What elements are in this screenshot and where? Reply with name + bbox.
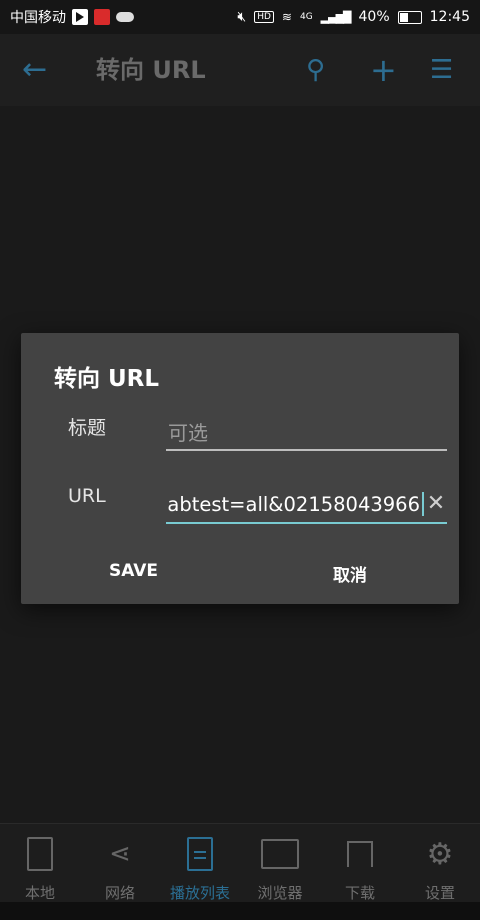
browser-icon: [261, 839, 299, 869]
save-button[interactable]: SAVE: [109, 561, 158, 581]
wifi-icon: ≋: [281, 10, 292, 24]
app-toolbar: ← 转向 URL ⚲ + ☰: [0, 34, 480, 106]
nav-item-local[interactable]: 本地: [0, 834, 80, 903]
toolbar-title: 转向 URL: [96, 56, 206, 84]
signal-icon: ▂▄▆█: [320, 10, 352, 24]
nav-label: 设置: [424, 884, 455, 902]
nav-item-browser[interactable]: 浏览器: [240, 834, 320, 903]
gear-icon: ⚙: [426, 836, 454, 872]
url-label: URL: [68, 485, 106, 507]
arrow-left-icon[interactable]: ←: [22, 50, 47, 90]
clock: 12:45: [429, 9, 470, 25]
battery-percent: 40%: [358, 9, 390, 25]
dialog-title: 转向 URL: [54, 366, 160, 392]
nav-label: 播放列表: [169, 884, 230, 902]
nav-item-network[interactable]: ⋖ 网络: [80, 834, 160, 903]
nav-label: 下载: [344, 884, 375, 902]
title-label: 标题: [68, 417, 107, 439]
mute-icon: 🔇︎: [237, 9, 247, 25]
url-field-wrapper: ✕: [166, 488, 447, 524]
nav-label: 本地: [24, 884, 55, 902]
nav-item-playlist[interactable]: 播放列表: [160, 834, 240, 903]
system-nav-bar: [0, 902, 480, 920]
status-bar: 中国移动 🔇︎ HD ≋ 4G ▂▄▆█ 40% 12:45: [0, 0, 480, 34]
text-cursor: [422, 492, 424, 516]
open-url-dialog: 转向 URL 标题 URL ✕ SAVE 取消: [21, 333, 459, 604]
cancel-button[interactable]: 取消: [333, 561, 367, 586]
app-notification-icon: [72, 9, 88, 25]
playlist-icon: [187, 837, 213, 871]
app-notification-icon-red: [94, 9, 110, 25]
carrier-text: 中国移动: [10, 10, 66, 26]
nav-item-download[interactable]: 下载: [320, 834, 400, 903]
nav-item-settings[interactable]: ⚙ 设置: [400, 834, 480, 903]
network-type: 4G: [299, 12, 313, 22]
cloud-icon: [116, 12, 134, 22]
nav-label: 浏览器: [257, 884, 303, 902]
nav-label: 网络: [104, 884, 135, 902]
document-icon: [27, 837, 53, 871]
title-input[interactable]: [166, 417, 451, 449]
url-input[interactable]: [166, 488, 420, 520]
battery-icon: [397, 10, 422, 24]
search-icon[interactable]: ⚲: [306, 50, 325, 90]
hd-icon: HD: [254, 11, 274, 23]
clear-icon[interactable]: ✕: [425, 490, 447, 518]
title-field-wrapper: [166, 417, 451, 451]
checklist-icon[interactable]: ☰: [430, 50, 453, 90]
share-icon: ⋖: [109, 839, 131, 869]
plus-icon[interactable]: +: [370, 50, 397, 90]
download-icon: [347, 841, 373, 867]
